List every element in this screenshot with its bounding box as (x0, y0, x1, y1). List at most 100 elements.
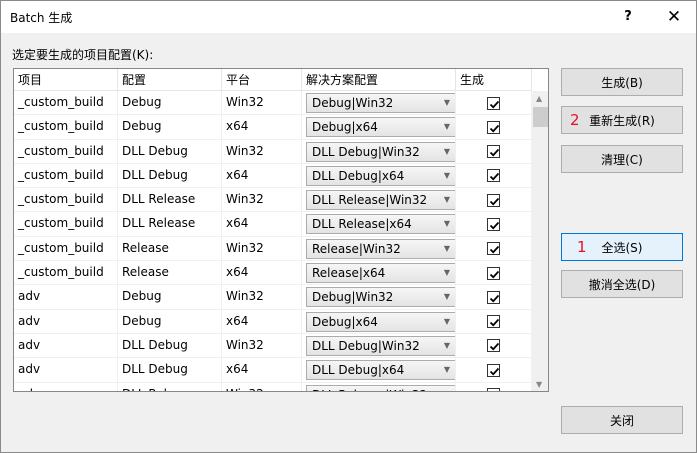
build-checkbox[interactable] (487, 290, 500, 304)
checkmark-icon (489, 100, 500, 108)
cell-config: DLL Debug (118, 358, 222, 383)
column-header-platform[interactable]: 平台 (222, 69, 302, 91)
close-icon[interactable]: ✕ (652, 1, 696, 32)
dropdown-value: DLL Release|x64 (312, 217, 412, 232)
close-button[interactable]: 关闭 (561, 406, 683, 434)
dropdown-value: Release|Win32 (312, 241, 401, 256)
cell-project: adv (14, 285, 118, 310)
cell-config: DLL Debug (118, 139, 222, 164)
build-checkbox[interactable] (487, 242, 500, 256)
build-checkbox[interactable] (487, 388, 500, 391)
solution-config-dropdown[interactable]: Debug|x64 ▼ (306, 117, 455, 138)
table-row[interactable]: _custom_build Release x64 Release|x64 ▼ (14, 261, 532, 286)
column-header-config[interactable]: 配置 (118, 69, 222, 91)
cell-config: DLL Release (118, 212, 222, 237)
cell-solution-config: DLL Release|x64 ▼ (302, 212, 456, 237)
rebuild-button-label: 重新生成(R) (589, 113, 655, 128)
project-config-grid[interactable]: 项目 配置 平台 解决方案配置 生成 _custom_build Debug Win… (13, 68, 549, 392)
solution-config-dropdown[interactable]: DLL Release|x64 ▼ (306, 214, 455, 235)
batch-build-dialog: Batch 生成 ? ✕ 选定要生成的项目配置(K): 项目 配置 平台 解决方… (0, 0, 697, 453)
checkmark-icon (489, 173, 500, 181)
table-row[interactable]: adv DLL Debug Win32 DLL Debug|Win32 ▼ (14, 333, 532, 359)
build-checkbox[interactable] (487, 120, 500, 134)
chevron-down-icon: ▼ (443, 243, 450, 253)
table-row[interactable]: _custom_build DLL Debug Win32 DLL Debug|Win… (14, 139, 532, 164)
checkmark-icon (489, 197, 500, 206)
cell-solution-config: Release|x64 ▼ (302, 261, 456, 286)
cell-project: adv (14, 382, 118, 391)
solution-config-dropdown[interactable]: Release|x64 ▼ (306, 263, 455, 284)
build-checkbox[interactable] (487, 363, 500, 377)
column-header-solution-config[interactable]: 解决方案配置 (302, 69, 456, 91)
table-row[interactable]: adv DLL Debug x64 DLL Debug|x64 ▼ (14, 358, 532, 383)
build-checkbox[interactable] (487, 193, 500, 207)
build-checkbox[interactable] (487, 266, 500, 280)
build-checkbox[interactable] (487, 145, 500, 159)
table-row[interactable]: _custom_build Release Win32 Release|Win32 ▼ (14, 236, 532, 262)
cell-platform: Win32 (222, 333, 302, 358)
cell-project: _custom_build (14, 115, 118, 140)
build-checkbox[interactable] (487, 169, 500, 183)
build-checkbox[interactable] (487, 339, 500, 353)
solution-config-dropdown[interactable]: Debug|x64 ▼ (306, 311, 455, 332)
table-row[interactable]: _custom_build Debug x64 Debug|x64 ▼ (14, 115, 532, 140)
table-row[interactable]: _custom_build DLL Release x64 DLL Release|x… (14, 212, 532, 237)
deselect-all-button[interactable]: 撤消全选(D) (561, 270, 683, 298)
build-checkbox[interactable] (487, 217, 500, 231)
dropdown-value: DLL Debug|x64 (312, 168, 405, 183)
solution-config-dropdown[interactable]: DLL Debug|x64 ▼ (306, 360, 455, 381)
scroll-up-icon[interactable]: ▲ (536, 94, 542, 103)
table-row[interactable]: adv Debug x64 Debug|x64 ▼ (14, 309, 532, 334)
dropdown-value: DLL Debug|Win32 (312, 338, 420, 353)
cell-config: Debug (118, 285, 222, 310)
cell-build (456, 261, 532, 286)
solution-config-dropdown[interactable]: Debug|Win32 ▼ (306, 93, 455, 113)
cell-config: DLL Debug (118, 163, 222, 188)
solution-config-dropdown[interactable]: DLL Debug|Win32 ▼ (306, 141, 455, 162)
table-row[interactable]: advDLL ReleaseWin32 DLL Release|Win32 ▼ (14, 382, 532, 391)
table-row[interactable]: _custom_build Debug Win32 Debug|Win32 ▼ (14, 91, 532, 116)
cell-config: Release (118, 236, 222, 261)
chevron-down-icon: ▼ (444, 386, 450, 391)
build-button[interactable]: 生成(B) (561, 68, 683, 96)
cell-platform: x64 (222, 212, 302, 237)
column-header-project[interactable]: 项目 (14, 69, 118, 91)
help-button[interactable]: ? (606, 1, 650, 32)
solution-config-dropdown[interactable]: DLL Debug|Win32 ▼ (306, 335, 455, 356)
dropdown-value: DLL Release|Win32 (312, 388, 427, 391)
build-checkbox[interactable] (487, 315, 500, 329)
solution-config-dropdown[interactable]: Release|Win32 ▼ (306, 238, 455, 259)
cell-build (456, 139, 532, 164)
dropdown-value: Debug|x64 (312, 314, 378, 329)
clean-button[interactable]: 清理(C) (561, 145, 683, 173)
cell-platform: x64 (222, 261, 302, 286)
chevron-down-icon: ▼ (443, 98, 450, 107)
cell-build (456, 163, 532, 188)
column-header-build[interactable]: 生成 (456, 69, 532, 91)
chevron-down-icon: ▼ (443, 146, 450, 156)
chevron-down-icon: ▼ (443, 122, 450, 132)
solution-config-dropdown[interactable]: DLL Debug|x64 ▼ (306, 165, 455, 186)
cell-project: _custom_build (14, 188, 118, 213)
cell-project: adv (14, 358, 118, 383)
table-row[interactable]: _custom_build DLL Release Win32 DLL Release… (14, 188, 532, 213)
table-row[interactable]: _custom_build DLL Debug x64 DLL Debug|x64 ▼ (14, 163, 532, 189)
config-list-label: 选定要生成的项目配置(K): (12, 48, 154, 62)
cell-solution-config: DLL Debug|Win32 ▼ (302, 139, 456, 164)
solution-config-dropdown[interactable]: DLL Release|Win32 ▼ (306, 384, 455, 391)
cell-platform: Win32 (222, 139, 302, 164)
window-title: Batch 生成 (10, 11, 73, 25)
scroll-down-icon[interactable]: ▼ (536, 380, 542, 389)
solution-config-dropdown[interactable]: Debug|Win32 ▼ (306, 287, 455, 308)
cell-platform: x64 (222, 163, 302, 188)
checkmark-icon (489, 319, 500, 327)
cell-project: _custom_build (14, 236, 118, 261)
solution-config-dropdown[interactable]: DLL Release|Win32 ▼ (306, 190, 455, 211)
cell-platform: Win32 (222, 285, 302, 310)
scrollbar-thumb[interactable] (533, 107, 548, 127)
checkmark-icon (489, 246, 500, 254)
cell-solution-config: Debug|Win32 ▼ (302, 91, 456, 115)
vertical-scrollbar[interactable]: ▲ ▼ (532, 91, 548, 391)
table-row[interactable]: adv Debug Win32 Debug|Win32 ▼ (14, 285, 532, 310)
build-checkbox[interactable] (487, 96, 500, 110)
